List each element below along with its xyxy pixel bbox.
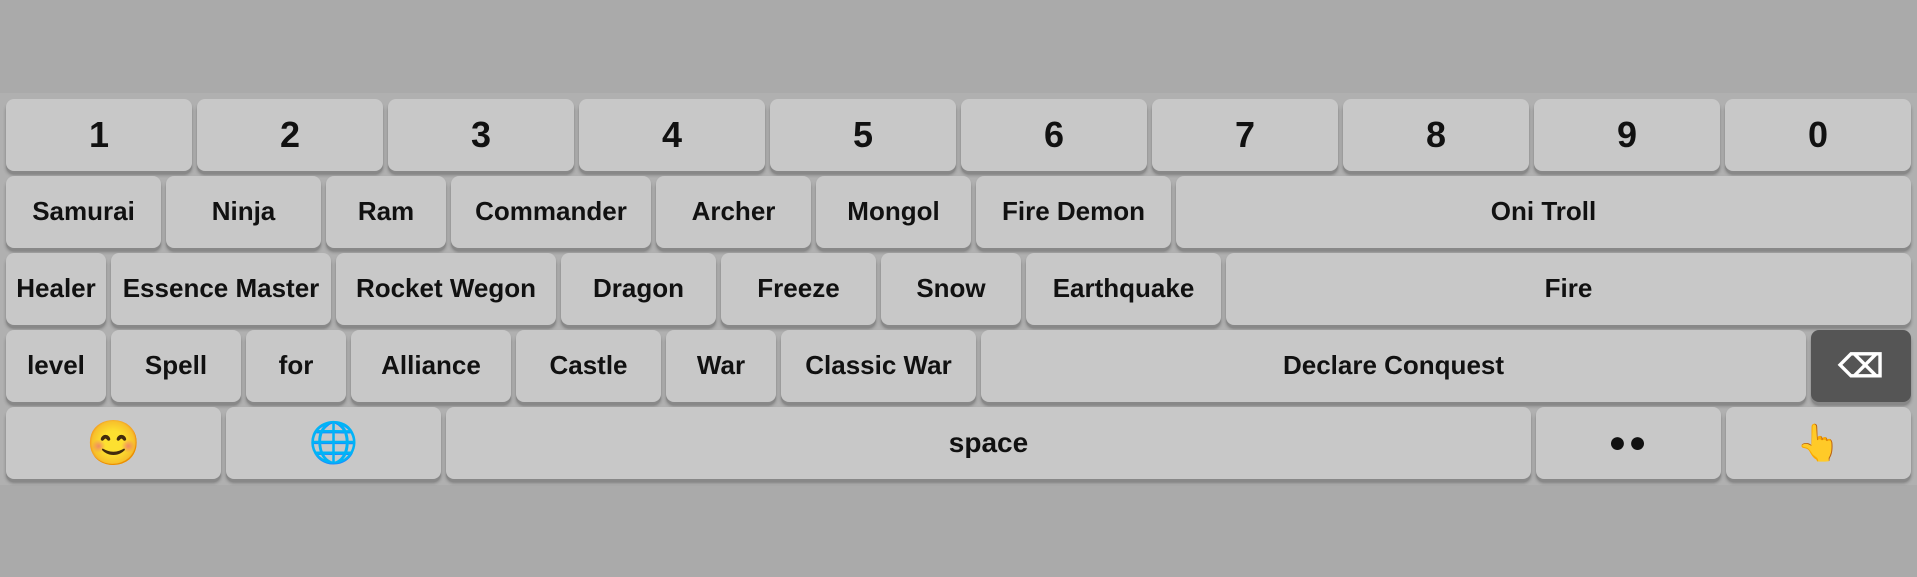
key-2[interactable]: 2 <box>197 99 383 171</box>
key-for[interactable]: for <box>246 330 346 402</box>
key-commander[interactable]: Commander <box>451 176 651 248</box>
key-dragon[interactable]: Dragon <box>561 253 716 325</box>
key-level[interactable]: level <box>6 330 106 402</box>
word-row-4: level Spell for Alliance Castle War Clas… <box>6 330 1911 402</box>
key-spell[interactable]: Spell <box>111 330 241 402</box>
backspace-button[interactable]: ⌫ <box>1811 330 1911 402</box>
key-8[interactable]: 8 <box>1343 99 1529 171</box>
globe-icon: 🌐 <box>309 419 359 466</box>
enter-button[interactable]: 👆 <box>1726 407 1911 479</box>
key-war[interactable]: War <box>666 330 776 402</box>
key-earthquake[interactable]: Earthquake <box>1026 253 1221 325</box>
key-1[interactable]: 1 <box>6 99 192 171</box>
key-alliance[interactable]: Alliance <box>351 330 511 402</box>
key-0[interactable]: 0 <box>1725 99 1911 171</box>
word-row-2: Samurai Ninja Ram Commander Archer Mongo… <box>6 176 1911 248</box>
key-samurai[interactable]: Samurai <box>6 176 161 248</box>
key-classic-war[interactable]: Classic War <box>781 330 976 402</box>
key-rocket-wegon[interactable]: Rocket Wegon <box>336 253 556 325</box>
key-9[interactable]: 9 <box>1534 99 1720 171</box>
key-5[interactable]: 5 <box>770 99 956 171</box>
key-6[interactable]: 6 <box>961 99 1147 171</box>
key-freeze[interactable]: Freeze <box>721 253 876 325</box>
key-ninja[interactable]: Ninja <box>166 176 321 248</box>
key-mongol[interactable]: Mongol <box>816 176 971 248</box>
key-4[interactable]: 4 <box>579 99 765 171</box>
key-7[interactable]: 7 <box>1152 99 1338 171</box>
key-fire-demon[interactable]: Fire Demon <box>976 176 1171 248</box>
key-ram[interactable]: Ram <box>326 176 446 248</box>
key-healer[interactable]: Healer <box>6 253 106 325</box>
key-declare-conquest[interactable]: Declare Conquest <box>981 330 1806 402</box>
key-essence-master[interactable]: Essence Master <box>111 253 331 325</box>
emoji-icon: 😊 <box>86 417 141 469</box>
dots-button[interactable]: ●● <box>1536 407 1721 479</box>
keyboard: 1 2 3 4 5 6 7 8 9 0 Samurai Ninja Ram Co… <box>0 93 1917 485</box>
key-castle[interactable]: Castle <box>516 330 661 402</box>
key-oni-troll[interactable]: Oni Troll <box>1176 176 1911 248</box>
key-archer[interactable]: Archer <box>656 176 811 248</box>
key-3[interactable]: 3 <box>388 99 574 171</box>
emoji-button[interactable]: 😊 <box>6 407 221 479</box>
key-snow[interactable]: Snow <box>881 253 1021 325</box>
word-row-3: Healer Essence Master Rocket Wegon Drago… <box>6 253 1911 325</box>
number-row: 1 2 3 4 5 6 7 8 9 0 <box>6 99 1911 171</box>
enter-icon: 👆 <box>1796 422 1841 464</box>
space-button[interactable]: space <box>446 407 1531 479</box>
dots-icon: ●● <box>1608 426 1648 460</box>
backspace-icon: ⌫ <box>1838 347 1883 385</box>
bottom-row: 😊 🌐 space ●● 👆 <box>6 407 1911 479</box>
key-fire[interactable]: Fire <box>1226 253 1911 325</box>
globe-button[interactable]: 🌐 <box>226 407 441 479</box>
